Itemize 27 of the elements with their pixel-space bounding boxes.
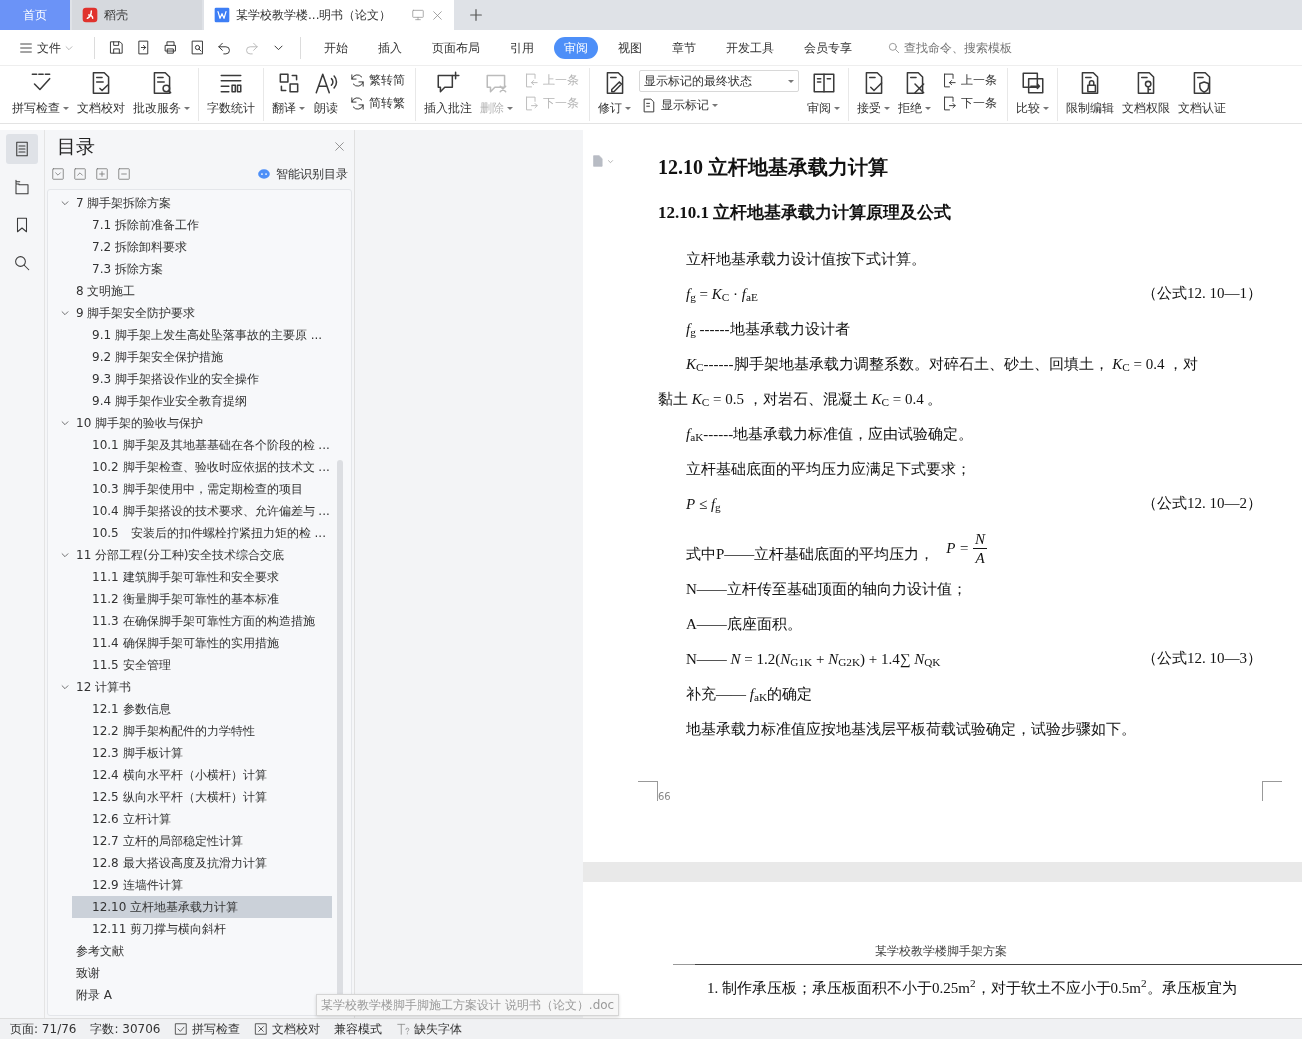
formula-number: （公式12. 10—1） — [1142, 284, 1262, 304]
formula: f$_{g}$ = K$_{C}$ · f$_{aE}$ — [685, 284, 758, 306]
paragraph: f$_{aK}$------地基承载力标准值，应由试验确定。 — [685, 424, 975, 446]
paragraph: 1. 制作承压板；承压板面积不小于0.25m$^{2}$，对于软土不应小于0.5m$^{2}$。承压板宜为 — [707, 977, 1238, 998]
status-text: 字数: 30706 — [90, 1021, 161, 1038]
paragraph: 补充—— f$_{aK}$的确定 — [685, 684, 814, 706]
subheading: 12.10.1 立杆地基承载力计算原理及公式 — [658, 202, 953, 224]
heading: 12.10 立杆地基承载力计算 — [658, 155, 889, 180]
paragraph: 地基承载力标准值应按地基浅层平板荷载试验确定，试验步骤如下。 — [685, 719, 1137, 739]
paragraph: A——底座面积。 — [685, 614, 803, 634]
paragraph: K$_{C}$------脚手架地基承载力调整系数。对碎石土、砂土、回填土， K$_{C}$ = 0.4 ，对 — [685, 354, 1200, 376]
formula-number: （公式12. 10—2） — [1142, 494, 1262, 514]
formula: N—— N = 1.2(N$_{G1K}$ + N$_{G2K}$) + 1.4∑ N$_{QK}$ — [685, 649, 941, 671]
formula: P ≤ f$_{g}$ — [685, 494, 721, 516]
formula-number: （公式12. 10—3） — [1142, 649, 1262, 669]
paragraph: 黏土 K$_{C}$ = 0.5 ，对岩石、混凝土 K$_{C}$ = 0.4 。 — [658, 389, 944, 411]
paragraph: 立杆基础底面的平均压力应满足下式要求； — [685, 459, 972, 479]
paragraph: f$_{g}$ ------地基承载力设计者 — [685, 319, 851, 341]
panel-title: 目录 — [57, 134, 95, 159]
status-text: 兼容模式 — [334, 1021, 383, 1038]
paragraph: N——立杆传至基础顶面的轴向力设计值； — [685, 579, 968, 599]
page-number: 66 — [658, 790, 671, 804]
tooltip: 某学校教学楼脚手脚施工方案设计 说明书（论文）.doc — [316, 994, 620, 1016]
page-header: 某学校教学楼脚手架方案 — [695, 942, 1302, 965]
paragraph: 立杆地基承载力设计值按下式计算。 — [685, 249, 927, 269]
paragraph: 式中P——立杆基础底面的平均压力， — [685, 544, 935, 564]
status-text: 页面: 71/76 — [10, 1021, 77, 1038]
